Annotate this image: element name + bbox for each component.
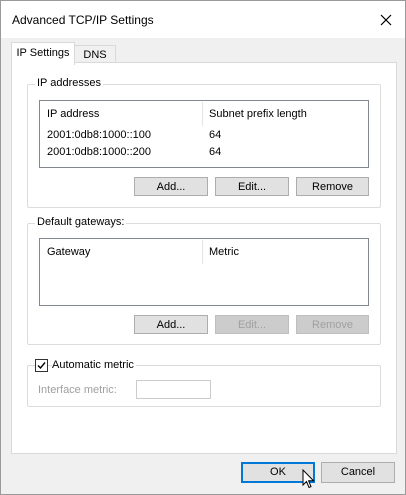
gateway-edit-button[interactable]: Edit... bbox=[215, 315, 289, 334]
automatic-metric-group: Automatic metric Interface metric: bbox=[27, 359, 381, 407]
automatic-metric-label[interactable]: Automatic metric bbox=[52, 359, 136, 371]
column-header-subnet-prefix[interactable]: Subnet prefix length bbox=[202, 101, 369, 127]
checkmark-icon bbox=[37, 362, 46, 370]
gateway-add-button[interactable]: Add... bbox=[134, 315, 208, 334]
ip-settings-panel: IP addresses IP address Subnet prefix le… bbox=[11, 62, 397, 454]
tab-ip-settings-label: IP Settings bbox=[16, 47, 70, 59]
ip-remove-button[interactable]: Remove bbox=[296, 177, 369, 196]
tab-dns-label: DNS bbox=[83, 49, 107, 61]
advanced-tcpip-dialog: Advanced TCP/IP Settings IP Settings DNS… bbox=[0, 0, 406, 495]
ip-address-list[interactable]: IP address Subnet prefix length 2001:0db… bbox=[39, 100, 369, 168]
subnet-prefix-cell: 64 bbox=[209, 129, 222, 141]
ip-edit-button[interactable]: Edit... bbox=[215, 177, 289, 196]
title-bar[interactable]: Advanced TCP/IP Settings bbox=[1, 1, 405, 38]
gateway-list[interactable]: Gateway Metric bbox=[39, 238, 369, 306]
ip-add-button[interactable]: Add... bbox=[134, 177, 208, 196]
subnet-prefix-cell: 64 bbox=[209, 146, 222, 158]
ip-addresses-group: IP addresses IP address Subnet prefix le… bbox=[27, 77, 381, 208]
interface-metric-input[interactable] bbox=[136, 380, 211, 399]
ip-list-header: IP address Subnet prefix length bbox=[40, 101, 368, 127]
ip-addresses-legend: IP addresses bbox=[35, 77, 104, 89]
interface-metric-label: Interface metric: bbox=[38, 384, 117, 396]
tab-ip-settings[interactable]: IP Settings bbox=[11, 42, 75, 65]
column-header-metric[interactable]: Metric bbox=[202, 239, 369, 265]
close-icon bbox=[380, 14, 392, 25]
column-header-gateway[interactable]: Gateway bbox=[40, 239, 203, 265]
cancel-button[interactable]: Cancel bbox=[321, 462, 395, 483]
gateway-remove-button[interactable]: Remove bbox=[296, 315, 369, 334]
default-gateways-legend: Default gateways: bbox=[35, 216, 127, 228]
automatic-metric-checkbox[interactable] bbox=[35, 359, 48, 372]
mouse-cursor-icon bbox=[302, 469, 315, 489]
column-header-ip-address[interactable]: IP address bbox=[40, 101, 203, 127]
window-title: Advanced TCP/IP Settings bbox=[12, 13, 154, 27]
gateway-list-header: Gateway Metric bbox=[40, 239, 368, 265]
ip-address-cell: 2001:0db8:1000::200 bbox=[47, 146, 151, 158]
default-gateways-group: Default gateways: Gateway Metric Add... … bbox=[27, 216, 381, 345]
ip-address-cell: 2001:0db8:1000::100 bbox=[47, 129, 151, 141]
table-row[interactable]: 2001:0db8:1000::200 64 bbox=[40, 144, 368, 161]
table-row[interactable]: 2001:0db8:1000::100 64 bbox=[40, 127, 368, 144]
close-button[interactable] bbox=[367, 1, 405, 38]
